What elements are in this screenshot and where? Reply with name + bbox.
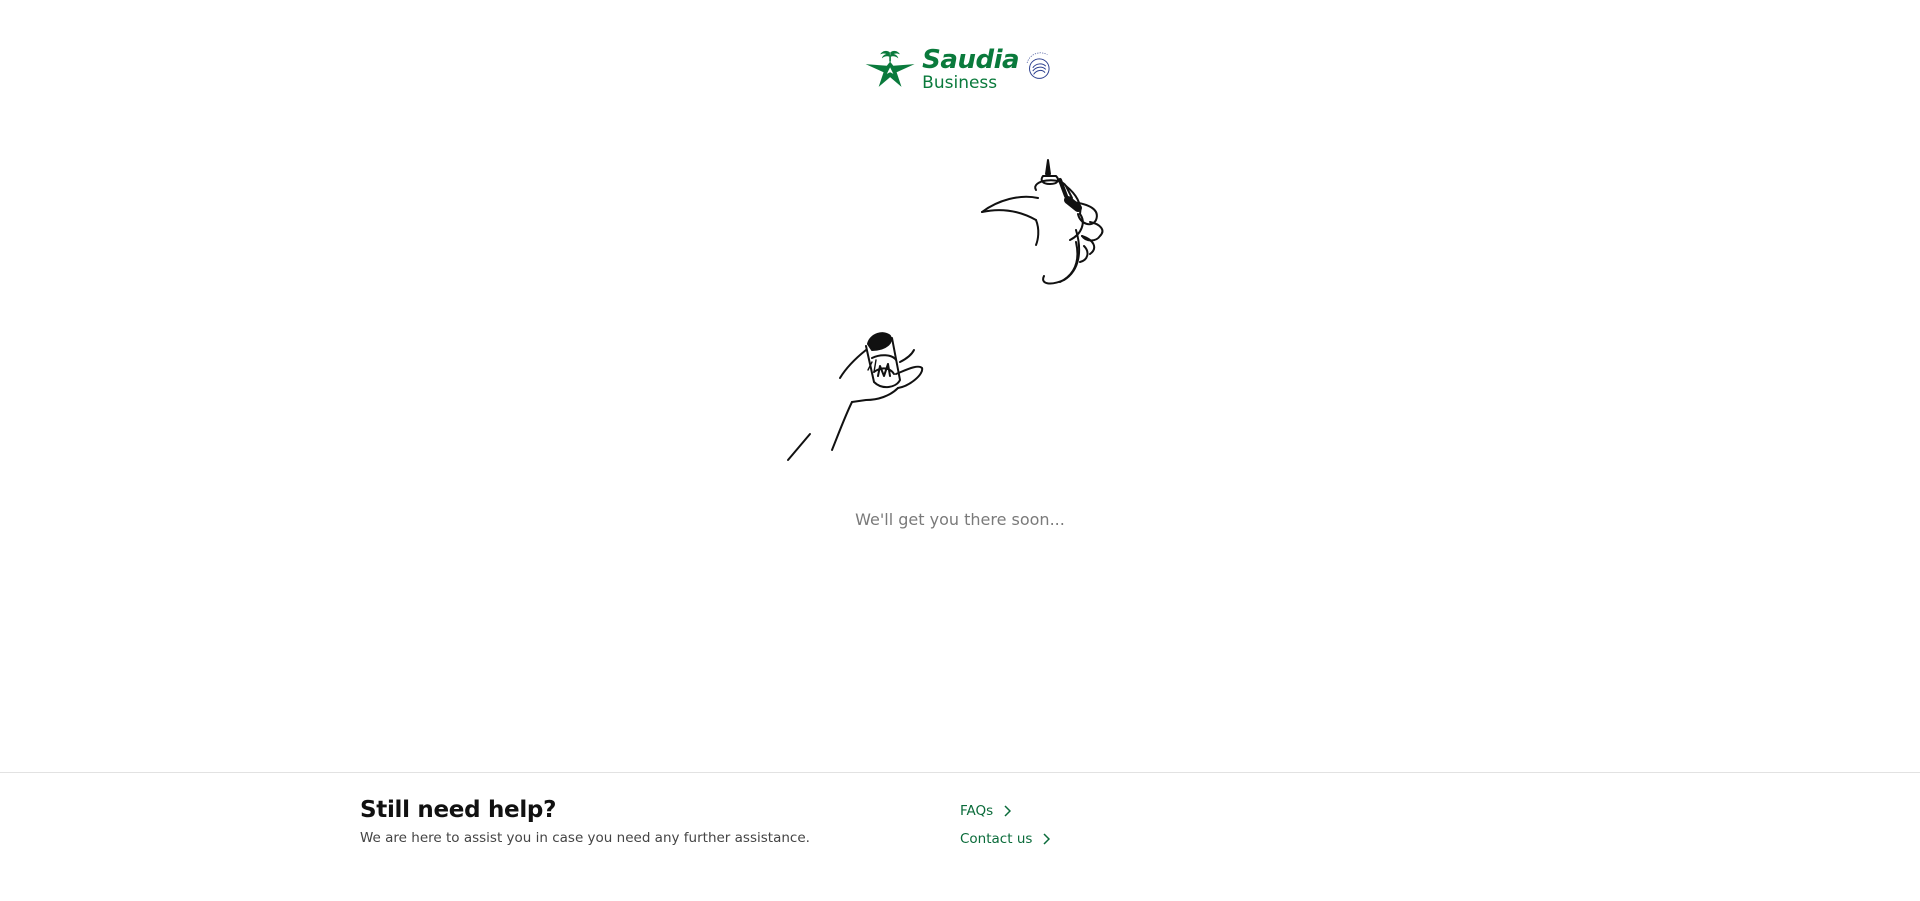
help-title: Still need help? [360,797,557,823]
saudia-palm-logo-icon [865,50,915,87]
chevron-right-icon [1043,833,1051,845]
loading-message: We'll get you there soon... [855,510,1065,529]
help-links: FAQs Contact us [960,801,1051,857]
faqs-link-label: FAQs [960,803,994,819]
help-footer: Still need help? We are here to assist y… [0,772,1920,901]
coffee-pot-pouring-illustration [787,159,1104,461]
saudia-business-logo[interactable]: Saudia Business [864,44,1054,94]
help-description: We are here to assist you in case you ne… [360,830,810,846]
skyteam-icon [1026,52,1050,79]
contact-us-link-label: Contact us [960,831,1033,847]
faqs-link[interactable]: FAQs [960,801,1050,821]
chevron-right-icon [1004,805,1012,817]
logo-wordmark: Saudia Business [922,47,1019,92]
logo-brand-text: Saudia [922,44,1020,75]
contact-us-link[interactable]: Contact us [960,829,1051,849]
page: Saudia Business We'll get you there soon… [0,0,1920,901]
logo-sub-text: Business [922,72,998,93]
